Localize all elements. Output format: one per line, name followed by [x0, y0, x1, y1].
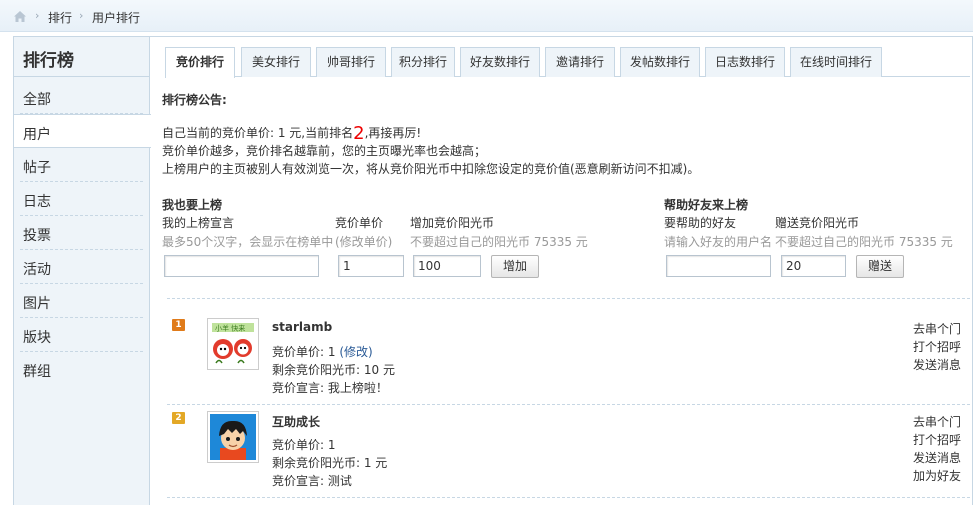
tab-invite-rank[interactable]: 邀请排行	[545, 47, 615, 77]
sidebar-item-group[interactable]: 群组	[14, 352, 149, 386]
gift-coins-button[interactable]: 赠送	[856, 255, 904, 278]
send-message-link[interactable]: 发送消息	[913, 449, 961, 466]
add-coins-input[interactable]	[413, 255, 481, 277]
entry-username[interactable]: starlamb	[272, 320, 332, 334]
add-coins-hint: 不要超过自己的阳光币 75335 元	[410, 235, 588, 249]
visit-home-link[interactable]: 去串个门	[913, 320, 961, 337]
price-label: 竞价单价	[335, 216, 384, 230]
sidebar-item-label: 图片	[23, 296, 51, 312]
sidebar-item-label: 用户	[23, 127, 51, 143]
sidebar-item-label: 全部	[23, 92, 51, 108]
add-friend-link[interactable]: 加为好友	[913, 467, 961, 484]
sidebar-item-label: 帖子	[23, 160, 51, 176]
entry-balance: 剩余竞价阳光币: 1 元	[272, 456, 388, 470]
breadcrumb-item-user-rank[interactable]: 用户排行	[92, 9, 140, 26]
tab-bid-rank[interactable]: 竞价排行	[165, 47, 235, 78]
entry-price: 竞价单价: 1	[272, 438, 336, 452]
greet-link[interactable]: 打个招呼	[913, 431, 961, 448]
entry-price: 竞价单价: 1 (修改)	[272, 345, 373, 359]
current-rank: 2	[353, 123, 365, 144]
tab-credit-rank[interactable]: 积分排行	[391, 47, 455, 77]
sidebar-item-picture[interactable]: 图片	[14, 284, 149, 318]
friend-label: 要帮助的好友	[664, 216, 737, 230]
notice-heading: 排行榜公告:	[162, 93, 227, 107]
svg-text:小羊 快来: 小羊 快来	[215, 324, 245, 333]
main-content: 竞价排行 美女排行 帅哥排行 积分排行 好友数排行 邀请排行 发帖数排行 日志数…	[162, 37, 972, 505]
breadcrumb-separator: ›	[35, 9, 40, 22]
visit-home-link[interactable]: 去串个门	[913, 413, 961, 430]
boy-avatar-icon	[210, 414, 256, 460]
entry-slogan: 竞价宣言: 我上榜啦！	[272, 381, 388, 395]
entry-username[interactable]: 互助成长	[272, 413, 320, 430]
notice-line-rule: 竞价单价越多，竞价排名越靠前，您的主页曝光率也会越高；	[162, 144, 487, 158]
sidebar-item-all[interactable]: 全部	[14, 80, 149, 114]
friend-hint: 请输入好友的用户名	[664, 235, 773, 249]
add-coins-label: 增加竞价阳光币	[410, 216, 495, 230]
tab-beauty-rank[interactable]: 美女排行	[241, 47, 311, 77]
breadcrumb: › 排行 › 用户排行	[0, 0, 973, 32]
sidebar-item-thread[interactable]: 帖子	[14, 148, 149, 182]
breadcrumb-separator: ›	[79, 9, 84, 22]
lamb-avatar-icon: 小羊 快来	[210, 321, 256, 367]
rank-badge: 2	[172, 412, 185, 424]
price-input[interactable]	[338, 255, 404, 277]
rank-badge: 1	[172, 319, 185, 331]
slogan-input[interactable]	[164, 255, 319, 277]
tab-blogs-rank[interactable]: 日志数排行	[705, 47, 785, 77]
slogan-label: 我的上榜宣言	[162, 216, 235, 230]
sidebar-item-label: 版块	[23, 330, 51, 346]
home-icon[interactable]	[13, 10, 27, 23]
avatar[interactable]: 小羊 快来	[207, 318, 259, 370]
tab-online-rank[interactable]: 在线时间排行	[790, 47, 882, 77]
divider	[167, 298, 970, 299]
gift-coins-hint: 不要超过自己的阳光币 75335 元	[775, 235, 953, 249]
sidebar-item-label: 投票	[23, 228, 51, 244]
notice-line-current: 自己当前的竞价单价: 1 元,当前排名2,再接再厉!	[162, 123, 422, 144]
gift-coins-label: 赠送竞价阳光币	[775, 216, 860, 230]
greet-link[interactable]: 打个招呼	[913, 338, 961, 355]
gift-coins-input[interactable]	[781, 255, 846, 277]
entry-slogan: 竞价宣言: 测试	[272, 474, 352, 488]
sidebar-item-label: 日志	[23, 194, 51, 210]
tab-posts-rank[interactable]: 发帖数排行	[620, 47, 700, 77]
sidebar-item-event[interactable]: 活动	[14, 250, 149, 284]
content-frame: 排行榜 全部 用户 帖子 日志 投票 活动 图片 版块 群组 竞价排行 美女排行…	[13, 36, 973, 505]
sidebar-item-forum[interactable]: 版块	[14, 318, 149, 352]
add-coins-button[interactable]: 增加	[491, 255, 539, 278]
edit-entry-price-link[interactable]: (修改)	[339, 345, 372, 359]
tab-friends-rank[interactable]: 好友数排行	[460, 47, 540, 77]
sidebar-title: 排行榜	[14, 37, 149, 77]
sidebar-item-poll[interactable]: 投票	[14, 216, 149, 250]
sidebar-item-blog[interactable]: 日志	[14, 182, 149, 216]
edit-price-link[interactable]: (修改单价)	[335, 233, 392, 250]
friend-username-input[interactable]	[666, 255, 771, 277]
slogan-hint: 最多50个汉字，会显示在榜单中	[162, 235, 334, 249]
divider	[167, 497, 970, 498]
friend-form-heading: 帮助好友来上榜	[664, 198, 749, 212]
divider	[167, 404, 970, 405]
notice-line-deduct: 上榜用户的主页被别人有效浏览一次，将从竞价阳光币中扣除您设定的竞价值(恶意刷新访…	[162, 162, 700, 176]
tab-bar: 竞价排行 美女排行 帅哥排行 积分排行 好友数排行 邀请排行 发帖数排行 日志数…	[165, 47, 970, 78]
sidebar-item-label: 群组	[23, 364, 51, 380]
breadcrumb-item-rank[interactable]: 排行	[48, 9, 72, 26]
entry-balance: 剩余竞价阳光币: 10 元	[272, 363, 395, 377]
self-form-heading: 我也要上榜	[162, 198, 223, 212]
avatar[interactable]	[207, 411, 259, 463]
sidebar-item-user[interactable]: 用户	[14, 114, 151, 148]
tab-handsome-rank[interactable]: 帅哥排行	[316, 47, 386, 77]
send-message-link[interactable]: 发送消息	[913, 356, 961, 373]
sidebar: 排行榜 全部 用户 帖子 日志 投票 活动 图片 版块 群组	[14, 37, 151, 505]
sidebar-item-label: 活动	[23, 262, 51, 278]
